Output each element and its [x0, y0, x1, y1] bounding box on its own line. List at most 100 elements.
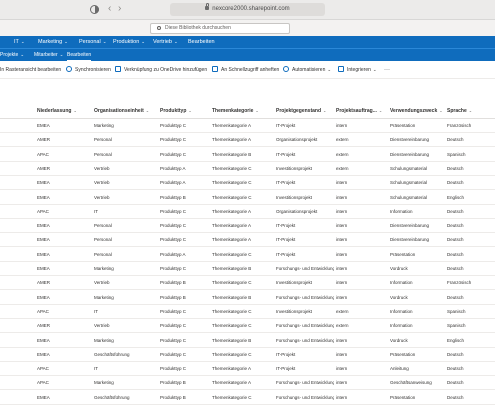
- tab-bearbeiten[interactable]: Bearbeiten: [67, 49, 92, 61]
- table-row[interactable]: EMEA Marketing Produkttyp C Themenkategorie…: [0, 119, 495, 133]
- table-cell: Themenkategorie A: [212, 223, 252, 229]
- chevron-down-icon: ⌄: [378, 108, 383, 113]
- table-cell: IT: [94, 308, 98, 314]
- table-row[interactable]: AMER Vertrieb Produkttyp C Themenkategorie …: [0, 319, 495, 334]
- table-cell: Produkttyp C: [160, 323, 187, 329]
- table-cell: Produkttyp A: [160, 165, 186, 171]
- link-icon: [115, 66, 121, 72]
- forward-icon[interactable]: ›: [118, 3, 121, 15]
- table-cell: Produkttyp B: [160, 380, 186, 386]
- integrate-button[interactable]: Integrieren ⌄: [338, 65, 377, 75]
- add-onedrive-shortcut-button[interactable]: Verknüpfung zu OneDrive hinzufügen: [115, 65, 207, 75]
- table-row[interactable]: EMEA Personal Produkttyp C Themenkategorie …: [0, 219, 495, 234]
- table-cell: Produkttyp C: [160, 223, 187, 229]
- grid-edit-button[interactable]: In Rasteransicht bearbeiten: [0, 65, 61, 75]
- table-cell: Produkttyp B: [160, 394, 186, 400]
- pin-quick-access-button[interactable]: An Schnellzugriff anheften: [212, 65, 279, 75]
- table-cell: Vordruck: [390, 266, 408, 271]
- column-header-label: Niederlassung: [37, 108, 72, 114]
- table-cell: IT: [94, 208, 98, 214]
- table-row[interactable]: AMER Vertrieb Produkttyp A Themenkategorie …: [0, 162, 495, 176]
- address-bar[interactable]: nexcore2000.sharepoint.com: [170, 3, 325, 16]
- table-cell: APAC: [37, 380, 49, 386]
- table-cell: Dienstvereinbarung: [390, 137, 430, 143]
- table-cell: Themenkategorie B: [212, 151, 252, 157]
- table-row[interactable]: APAC IT Produkttyp C Themenkategorie C Inves…: [0, 305, 495, 319]
- table-cell: Geschäftsführung: [94, 394, 130, 400]
- table-cell: APAC: [37, 366, 49, 372]
- more-options-icon[interactable]: ···: [384, 65, 390, 75]
- table-cell: Deutsch: [447, 180, 464, 186]
- nav-item-produktion[interactable]: Produktion ⌄: [113, 36, 145, 48]
- table-row[interactable]: EMEA Geschäftsführung Produkttyp C Themenka…: [0, 348, 495, 362]
- table-cell: EMEA: [37, 194, 50, 200]
- table-row[interactable]: EMEA Geschäftsführung Produkttyp B Themenka…: [0, 391, 495, 405]
- column-header[interactable]: Niederlassung ⌄: [37, 104, 77, 118]
- nav-item-marketing[interactable]: Marketing ⌄: [38, 36, 68, 48]
- table-cell: Produkttyp A: [160, 180, 186, 186]
- column-header[interactable]: Produkttyp ⌄: [160, 104, 192, 118]
- table-cell: intern: [336, 123, 348, 128]
- chevron-down-icon: ⌄: [141, 39, 146, 44]
- column-header[interactable]: Projektgegenstand ⌄: [276, 104, 326, 118]
- table-cell: Investitionsprojekt: [276, 165, 313, 171]
- table-row[interactable]: APAC IT Produkttyp C Themenkategorie A Organ…: [0, 205, 495, 219]
- table-row[interactable]: EMEA Personal Produkttyp C Themenkategorie …: [0, 233, 495, 248]
- table-row[interactable]: AMER Vertrieb Produkttyp B Themenkategorie …: [0, 276, 495, 291]
- table-row[interactable]: EMEA Vertrieb Produkttyp B Themenkategorie …: [0, 191, 495, 205]
- table-cell: Präsentation: [390, 351, 416, 357]
- column-header[interactable]: Projektsauftrag... ⌄: [336, 104, 382, 118]
- column-header[interactable]: Organisationseinheit ⌄: [94, 104, 149, 118]
- table-cell: Themenkategorie A: [212, 237, 252, 243]
- table-cell: Produkttyp C: [160, 123, 187, 128]
- tab-label: Mitarbeiter: [34, 52, 58, 58]
- nav-item-vertrieb[interactable]: Vertrieb ⌄: [153, 36, 178, 48]
- onedrive-label: Verknüpfung zu OneDrive hinzufügen: [124, 67, 208, 73]
- column-header[interactable]: Verwendungszweck ⌄: [390, 104, 443, 118]
- integrate-label: Integrieren: [347, 67, 371, 73]
- table-cell: Schulungsmaterial: [390, 180, 428, 186]
- table-row[interactable]: APAC IT Produkttyp C Themenkategorie A IT-Pr…: [0, 362, 495, 377]
- search-placeholder: Diese Bibliothek durchsuchen: [165, 25, 231, 31]
- nav-item-personal[interactable]: Personal ⌄: [79, 36, 107, 48]
- table-row[interactable]: APAC Personal Produkttyp C Themenkategorie …: [0, 148, 495, 162]
- nav-item-it[interactable]: IT ⌄: [14, 36, 25, 48]
- table-row[interactable]: EMEA Marketing Produkttyp C Themenkategorie…: [0, 262, 495, 276]
- table-cell: intern: [336, 380, 348, 386]
- back-icon[interactable]: ‹: [108, 3, 111, 15]
- table-row[interactable]: EMEA Marketing Produkttyp C Themenkategorie…: [0, 334, 495, 348]
- table-cell: IT-Projekt: [276, 366, 296, 372]
- table-cell: intern: [336, 194, 348, 200]
- table-cell: Themenkategorie C: [212, 280, 252, 286]
- table-cell: Information: [390, 280, 413, 286]
- table-cell: Englisch: [447, 337, 465, 343]
- table-cell: extern: [336, 308, 349, 314]
- table-cell: Vertrieb: [94, 323, 110, 329]
- table-cell: intern: [336, 251, 348, 257]
- column-header[interactable]: Sprache ⌄: [447, 104, 472, 118]
- table-row[interactable]: EMEA Marketing Produkttyp B Themenkategorie…: [0, 291, 495, 305]
- table-cell: Präsentation: [390, 251, 416, 257]
- automate-button[interactable]: Automatisieren ⌄: [283, 65, 331, 75]
- tab-mitarbeiter[interactable]: Mitarbeiter ⌄: [34, 49, 63, 61]
- nav-item-bearbeiten[interactable]: Bearbeiten: [188, 36, 215, 48]
- table-row[interactable]: EMEA Personal Produkttyp A Themenkategorie …: [0, 248, 495, 262]
- tab-label: Projekte: [0, 52, 19, 58]
- table-cell: Dienstvereinbarung: [390, 223, 430, 229]
- table-row[interactable]: AMER Personal Produkttyp C Themenkategorie …: [0, 133, 495, 148]
- table-cell: EMEA: [37, 223, 50, 229]
- chevron-down-icon: ⌄: [439, 108, 443, 113]
- sidebar-toggle-icon[interactable]: [90, 5, 99, 14]
- table-cell: Deutsch: [447, 223, 464, 229]
- table-cell: EMEA: [37, 266, 50, 271]
- nav-item-label: Vertrieb: [153, 39, 172, 45]
- sync-button[interactable]: Synchronisieren: [66, 65, 111, 75]
- table-cell: extern: [336, 323, 349, 329]
- column-header-label: Verwendungszweck: [390, 108, 438, 114]
- chevron-down-icon: ⌄: [64, 39, 68, 44]
- table-row[interactable]: EMEA Vertrieb Produkttyp A Themenkategorie …: [0, 176, 495, 191]
- tab-projekte[interactable]: Projekte ⌄: [0, 49, 24, 61]
- table-row[interactable]: APAC Marketing Produkttyp B Themenkategorie…: [0, 376, 495, 391]
- column-header[interactable]: Themenkategorie ⌄: [212, 104, 259, 118]
- library-search-input[interactable]: Diese Bibliothek durchsuchen: [150, 23, 290, 34]
